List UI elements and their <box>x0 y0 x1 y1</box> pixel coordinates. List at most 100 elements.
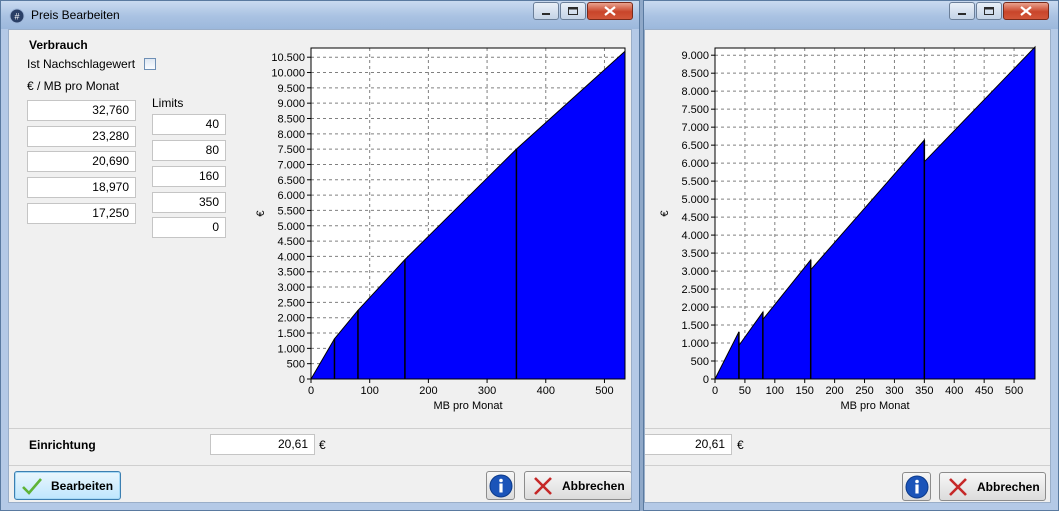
y-tick-label: 0 <box>299 374 305 386</box>
y-tick-label: 6.500 <box>681 140 709 152</box>
y-tick-label: 0 <box>703 374 709 386</box>
title-bar[interactable]: # Preis Bearbeiten <box>1 1 639 29</box>
abbrechen-button[interactable]: Abbrechen <box>524 471 631 500</box>
price-unit-label: € / MB pro Monat <box>27 79 120 93</box>
separator <box>9 428 631 429</box>
price-field-5[interactable]: 17,250 <box>27 203 136 224</box>
maximize-icon <box>984 7 994 15</box>
y-tick-label: 5.000 <box>277 221 305 233</box>
y-tick-label: 1.500 <box>277 328 305 340</box>
x-tick-label: 200 <box>419 385 437 397</box>
y-tick-label: 6.500 <box>277 175 305 187</box>
bearbeiten-button[interactable]: Bearbeiten <box>14 471 121 500</box>
x-tick-label: 500 <box>595 385 613 397</box>
y-tick-label: 3.500 <box>681 248 709 260</box>
limit-field-2[interactable]: 80 <box>152 140 226 161</box>
y-tick-label: 7.500 <box>681 104 709 116</box>
y-tick-label: 4.000 <box>681 230 709 242</box>
limit-field-3[interactable]: 160 <box>152 166 226 187</box>
x-tick-label: 100 <box>361 385 379 397</box>
info-button[interactable] <box>902 472 931 501</box>
y-tick-label: 2.000 <box>681 302 709 314</box>
x-tick-label: 300 <box>478 385 496 397</box>
minimize-icon <box>542 13 550 15</box>
y-tick-label: 10.500 <box>271 52 305 64</box>
price-field-4[interactable]: 18,970 <box>27 177 136 198</box>
info-icon <box>905 475 929 499</box>
dialog-client-area: Verbrauch Ist Nachschlagewert € / MB pro… <box>8 29 632 503</box>
dialog-client-area: 0 50 100 150 200 250 300 350 400 450 500 0 500 1.000 1… <box>644 29 1051 503</box>
x-tick-label: 450 <box>975 385 993 397</box>
maximize-button[interactable] <box>976 2 1002 20</box>
x-tick-label: 0 <box>308 385 314 397</box>
nachschlagewert-label: Ist Nachschlagewert <box>27 57 136 71</box>
y-tick-label: 3.000 <box>277 282 305 294</box>
y-tick-label: 500 <box>691 356 709 368</box>
y-tick-label: 9.000 <box>277 98 305 110</box>
verbrauch-label: Verbrauch <box>29 38 88 52</box>
x-tick-label: 500 <box>1005 385 1023 397</box>
x-tick-label: 200 <box>825 385 843 397</box>
info-button[interactable] <box>486 471 515 500</box>
window-title: Preis Bearbeiten <box>31 8 120 22</box>
maximize-icon <box>568 7 578 15</box>
y-axis-label: € <box>255 210 267 216</box>
minimize-button[interactable] <box>949 2 975 20</box>
y-tick-label: 9.000 <box>681 50 709 62</box>
y-axis-label: € <box>659 210 671 216</box>
limit-field-1[interactable]: 40 <box>152 114 226 135</box>
currency-label: € <box>319 438 326 452</box>
limit-field-5[interactable]: 0 <box>152 217 226 238</box>
y-tick-label: 6.000 <box>277 190 305 202</box>
einrichtung-field[interactable]: 20,61 <box>210 434 315 455</box>
x-tick-label: 150 <box>796 385 814 397</box>
bearbeiten-button-label: Bearbeiten <box>51 479 114 493</box>
x-tick-label: 350 <box>915 385 933 397</box>
y-tick-label: 7.500 <box>277 144 305 156</box>
maximize-button[interactable] <box>560 2 586 20</box>
x-tick-label: 250 <box>855 385 873 397</box>
x-axis-label: MB pro Monat <box>840 400 909 412</box>
minimize-icon <box>958 13 966 15</box>
limits-label: Limits <box>152 96 184 110</box>
price-field-1[interactable]: 32,760 <box>27 100 136 121</box>
close-button[interactable] <box>587 2 633 20</box>
y-tick-label: 7.000 <box>681 122 709 134</box>
y-tick-label: 2.000 <box>277 313 305 325</box>
y-tick-label: 4.000 <box>277 251 305 263</box>
y-tick-label: 10.000 <box>271 68 305 80</box>
price-field-3[interactable]: 20,690 <box>27 151 136 172</box>
y-tick-label: 1.500 <box>681 320 709 332</box>
y-tick-label: 4.500 <box>277 236 305 248</box>
einrichtung-field[interactable]: 20,61 <box>645 434 732 455</box>
limit-field-4[interactable]: 350 <box>152 192 226 213</box>
y-tick-label: 500 <box>287 359 305 371</box>
y-tick-label: 6.000 <box>681 158 709 170</box>
x-axis-label: MB pro Monat <box>433 400 502 412</box>
y-tick-label: 1.000 <box>277 343 305 355</box>
svg-text:#: # <box>14 12 19 22</box>
info-icon <box>489 474 513 498</box>
currency-label: € <box>737 438 744 452</box>
app-icon: # <box>9 8 25 24</box>
y-tick-label: 2.500 <box>277 297 305 309</box>
close-icon <box>1020 6 1032 16</box>
window-frame-bottom <box>1 503 639 510</box>
close-icon <box>604 6 616 16</box>
window-frame-bottom <box>644 503 1058 510</box>
title-bar[interactable] <box>644 1 1058 29</box>
price-field-2[interactable]: 23,280 <box>27 126 136 147</box>
price-chart: 0 100 200 300 400 500 0 500 1.000 1.500 2.000 2.500… <box>255 47 626 412</box>
y-tick-label: 8.500 <box>681 68 709 80</box>
y-tick-label: 1.000 <box>681 338 709 350</box>
y-tick-label: 8.500 <box>277 113 305 125</box>
y-tick-label: 4.500 <box>681 212 709 224</box>
close-button[interactable] <box>1003 2 1049 20</box>
window-frame-right <box>1051 29 1058 510</box>
nachschlagewert-checkbox[interactable] <box>144 58 156 70</box>
abbrechen-button[interactable]: Abbrechen <box>939 472 1046 501</box>
y-tick-label: 2.500 <box>681 284 709 296</box>
minimize-button[interactable] <box>533 2 559 20</box>
x-tick-label: 100 <box>766 385 784 397</box>
x-tick-label: 400 <box>945 385 963 397</box>
